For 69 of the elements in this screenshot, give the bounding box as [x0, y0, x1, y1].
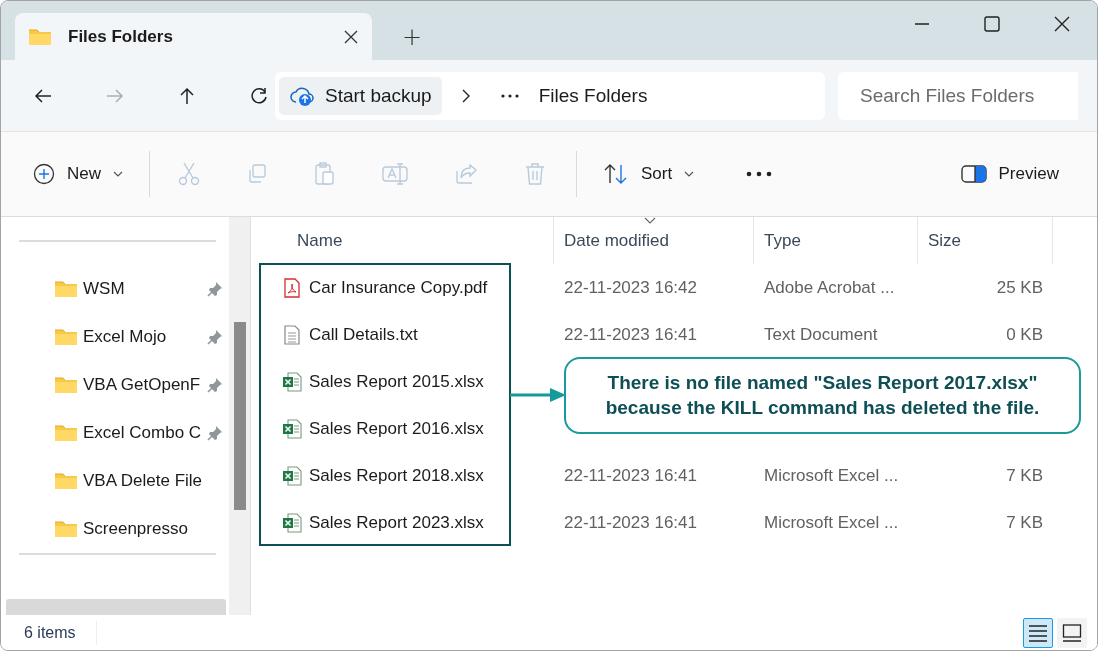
spreadsheet-file-icon [282, 418, 302, 439]
chevron-down-icon [113, 171, 123, 177]
chevron-down-icon [684, 171, 695, 177]
chevron-right-icon[interactable] [461, 88, 470, 103]
more-icon[interactable] [500, 93, 519, 98]
start-backup-button[interactable]: Start backup [279, 76, 442, 115]
folder-icon [54, 376, 78, 394]
sidebar-item[interactable]: VBA GetOpenF [1, 361, 229, 409]
file-type: Adobe Acrobat ... [764, 277, 895, 298]
breadcrumb-item[interactable]: Files Folders [538, 84, 648, 107]
file-size: 7 KB [1006, 465, 1043, 486]
scrollbar[interactable] [229, 217, 251, 615]
maximize-icon[interactable] [983, 15, 1001, 33]
folder-icon [54, 472, 78, 490]
file-size: 0 KB [1006, 324, 1043, 345]
file-date: 22-11-2023 16:41 [564, 465, 697, 486]
file-size: 25 KB [996, 277, 1043, 298]
close-icon[interactable] [1053, 15, 1071, 33]
file-type: Microsoft Excel ... [764, 512, 899, 533]
folder-icon [54, 280, 78, 298]
plus-circle-icon [33, 163, 55, 185]
close-icon[interactable] [344, 29, 358, 44]
spreadsheet-file-icon [282, 512, 302, 533]
arrow-icon [510, 387, 566, 403]
file-type: Text Document [764, 324, 878, 345]
pdf-file-icon [282, 277, 302, 298]
sidebar-item[interactable]: Screenpresso [1, 505, 229, 553]
new-button[interactable]: New [23, 154, 133, 194]
scrollbar-thumb[interactable] [233, 322, 246, 510]
spreadsheet-file-icon [282, 371, 302, 392]
file-name[interactable]: Call Details.txt [309, 324, 418, 345]
tiles-view-icon[interactable] [1057, 617, 1087, 648]
column-header[interactable]: Type [754, 217, 918, 264]
file-name[interactable]: Car Insurance Copy.pdf [309, 277, 488, 298]
sort-icon [603, 163, 629, 185]
new-tab-button[interactable]: + [394, 13, 431, 60]
sidebar-item[interactable]: Excel Mojo [1, 313, 229, 361]
callout-text: There is no file named "Sales Report 2017.xlsx" because the KILL command has deleted the file. [564, 357, 1081, 434]
file-type: Microsoft Excel ... [764, 465, 899, 486]
item-count: 6 items [24, 623, 76, 642]
more-icon[interactable] [746, 171, 773, 177]
folder-icon [54, 424, 78, 442]
file-date: 22-11-2023 16:41 [564, 512, 697, 533]
spreadsheet-file-icon [282, 465, 302, 486]
file-name[interactable]: Sales Report 2016.xlsx [309, 418, 484, 439]
sidebar-item[interactable]: WSM [1, 265, 229, 313]
preview-button[interactable]: Preview [950, 154, 1069, 194]
text-file-icon [282, 324, 302, 345]
folder-icon [54, 328, 78, 346]
tab[interactable]: Files Folders [15, 13, 372, 60]
folder-icon [54, 520, 78, 538]
details-view-icon[interactable] [1023, 617, 1053, 648]
address-bar[interactable]: Start backup Files Folders [275, 71, 825, 120]
column-header[interactable]: Name [251, 217, 554, 264]
sidebar-item[interactable]: VBA Delete File [1, 457, 229, 505]
preview-pane-icon [960, 164, 987, 184]
sort-button[interactable]: Sort [593, 154, 705, 194]
column-header[interactable]: Date modified [554, 217, 754, 264]
refresh-icon[interactable] [249, 85, 269, 106]
file-name[interactable]: Sales Report 2018.xlsx [309, 465, 484, 486]
file-name[interactable]: Sales Report 2015.xlsx [309, 371, 484, 392]
file-size: 7 KB [1006, 512, 1043, 533]
search-field[interactable]: Search Files Folders [838, 71, 1078, 120]
file-name[interactable]: Sales Report 2023.xlsx [309, 512, 484, 533]
sidebar-item[interactable]: Excel Combo C [1, 409, 229, 457]
file-date: 22-11-2023 16:41 [564, 324, 697, 345]
file-date: 22-11-2023 16:42 [564, 277, 697, 298]
folder-icon [28, 27, 52, 46]
column-header[interactable]: Size [918, 217, 1053, 264]
